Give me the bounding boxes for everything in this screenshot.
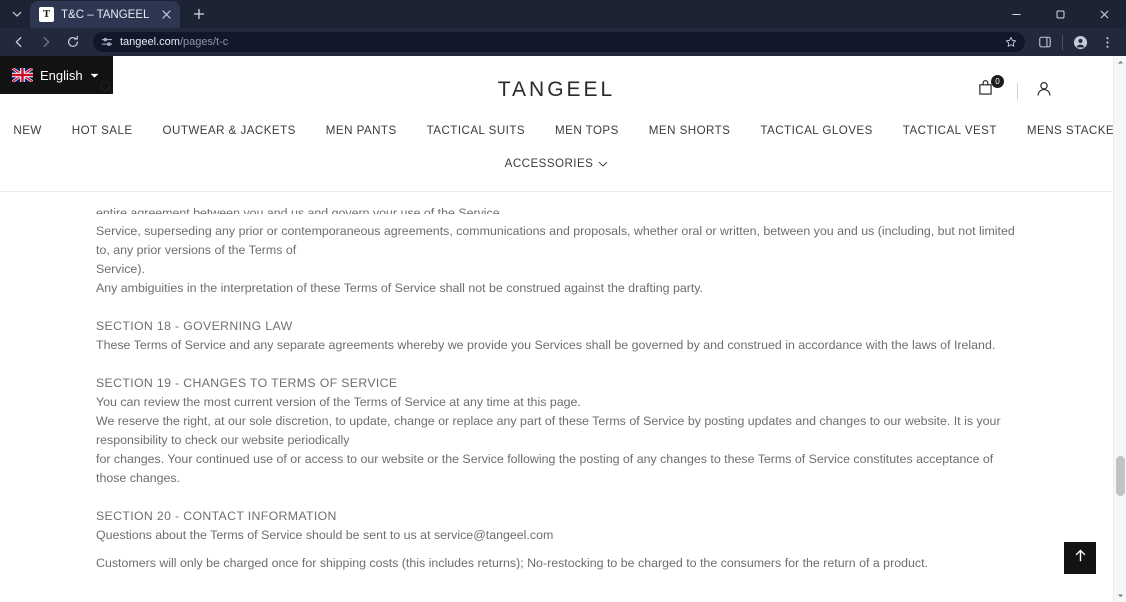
header-top-bar: English TANGEEL 0	[0, 56, 1113, 111]
shipping-charges-line: Customers will only be charged once for …	[96, 556, 928, 570]
terms-article: entire agreement between you and us and …	[0, 204, 1113, 573]
primary-navigation: HOME NEW HOT SALE OUTWEAR & JACKETS MEN …	[0, 111, 1126, 148]
section-heading: SECTION 19 - CHANGES TO TERMS OF SERVICE	[96, 376, 398, 390]
url-domain: tangeel.com	[120, 36, 180, 48]
nav-item-men-tops[interactable]: MEN TOPS	[540, 117, 634, 144]
chevron-down-icon	[598, 159, 608, 169]
arrow-up-icon	[1073, 548, 1088, 568]
three-dot-menu-icon[interactable]	[1094, 29, 1120, 55]
nav-item-men-pants[interactable]: MEN PANTS	[311, 117, 412, 144]
paragraph-line: Service, superseding any prior or contem…	[96, 224, 1015, 257]
scroll-up-arrow-icon[interactable]	[1114, 56, 1126, 69]
close-window-icon[interactable]	[1082, 0, 1126, 28]
new-tab-button[interactable]	[186, 1, 212, 27]
back-to-top-button[interactable]	[1064, 542, 1096, 574]
tab-title: T&C – TANGEEL	[61, 8, 150, 21]
scrollbar-thumb[interactable]	[1116, 456, 1125, 496]
header-actions: 0	[972, 75, 1057, 105]
paragraph-line: Service).	[96, 262, 145, 276]
reload-icon[interactable]	[60, 29, 86, 55]
section-19: SECTION 19 - CHANGES TO TERMS OF SERVICE…	[96, 374, 1017, 488]
minimize-icon[interactable]	[994, 0, 1038, 28]
site-settings-icon[interactable]	[101, 36, 113, 48]
profile-avatar-icon[interactable]	[1067, 29, 1093, 55]
section-18: SECTION 18 - GOVERNING LAW These Terms o…	[96, 317, 1017, 355]
section-body: We reserve the right, at our sole discre…	[96, 414, 1001, 447]
star-icon[interactable]	[1005, 36, 1017, 48]
url-path: /pages/t-c	[179, 36, 229, 48]
page-scrollbar[interactable]	[1113, 56, 1126, 602]
clipped-paragraph-line: entire agreement between you and us and …	[96, 206, 500, 214]
cart-button[interactable]: 0	[972, 75, 1004, 105]
nav-item-accessories[interactable]: ACCESSORIES	[490, 150, 624, 177]
section-body: You can review the most current version …	[96, 395, 581, 409]
account-person-icon	[1035, 80, 1053, 103]
nav-item-outwear-jackets[interactable]: OUTWEAR & JACKETS	[148, 117, 311, 144]
paragraph-ambiguities: Any ambiguities in the interpretation of…	[96, 281, 704, 295]
site-logo[interactable]: TANGEEL	[0, 78, 1113, 102]
window-controls	[994, 0, 1126, 28]
section-heading: SECTION 18 - GOVERNING LAW	[96, 319, 293, 333]
nav-item-label: ACCESSORIES	[504, 157, 594, 170]
section-heading: SECTION 20 - CONTACT INFORMATION	[96, 509, 337, 523]
toolbar-divider	[1062, 34, 1063, 50]
nav-item-hot-sale[interactable]: HOT SALE	[57, 117, 148, 144]
maximize-icon[interactable]	[1038, 0, 1082, 28]
contact-email-line: Questions about the Terms of Service sho…	[96, 528, 554, 542]
nav-item-new[interactable]: NEW	[0, 117, 57, 144]
cart-count-badge: 0	[991, 75, 1004, 88]
tab-strip: T T&C – TANGEEL	[0, 0, 1126, 28]
tangeel-favicon: T	[39, 7, 54, 22]
browser-tab[interactable]: T T&C – TANGEEL	[30, 1, 180, 28]
section-20: SECTION 20 - CONTACT INFORMATION Questio…	[96, 507, 1017, 573]
nav-item-mens-stacked-jeans[interactable]: MENS STACKED JEANS	[1012, 117, 1126, 144]
back-icon[interactable]	[6, 29, 32, 55]
nav-item-tactical-suits[interactable]: TACTICAL SUITS	[412, 117, 540, 144]
address-bar[interactable]: tangeel.com/pages/t-c	[93, 32, 1025, 52]
account-button[interactable]	[1031, 78, 1057, 105]
scroll-down-arrow-icon[interactable]	[1114, 589, 1126, 602]
nav-item-men-shorts[interactable]: MEN SHORTS	[634, 117, 746, 144]
page-viewport: entire agreement between you and us and …	[0, 56, 1126, 602]
site-header: English TANGEEL 0 NEW HOT SALE OUTWEAR &…	[0, 56, 1126, 192]
nav-item-tactical-gloves[interactable]: TACTICAL GLOVES	[745, 117, 887, 144]
url-text: tangeel.com/pages/t-c	[120, 36, 228, 48]
nav-item-tactical-vest[interactable]: TACTICAL VEST	[888, 117, 1012, 144]
header-divider	[1017, 82, 1018, 100]
browser-toolbar: tangeel.com/pages/t-c	[0, 28, 1126, 56]
forward-icon[interactable]	[33, 29, 59, 55]
section-body: These Terms of Service and any separate …	[96, 338, 996, 352]
section-body: for changes. Your continued use of or ac…	[96, 452, 994, 485]
secondary-navigation: ACCESSORIES	[0, 148, 1113, 191]
side-panel-icon[interactable]	[1032, 29, 1058, 55]
browser-window: T T&C – TANGEEL tangeel.com/pages/t-c en…	[0, 0, 1126, 602]
paragraph-entire-agreement: Service, superseding any prior or contem…	[96, 222, 1017, 298]
tab-search-icon[interactable]	[4, 1, 30, 27]
close-icon[interactable]	[158, 7, 174, 23]
